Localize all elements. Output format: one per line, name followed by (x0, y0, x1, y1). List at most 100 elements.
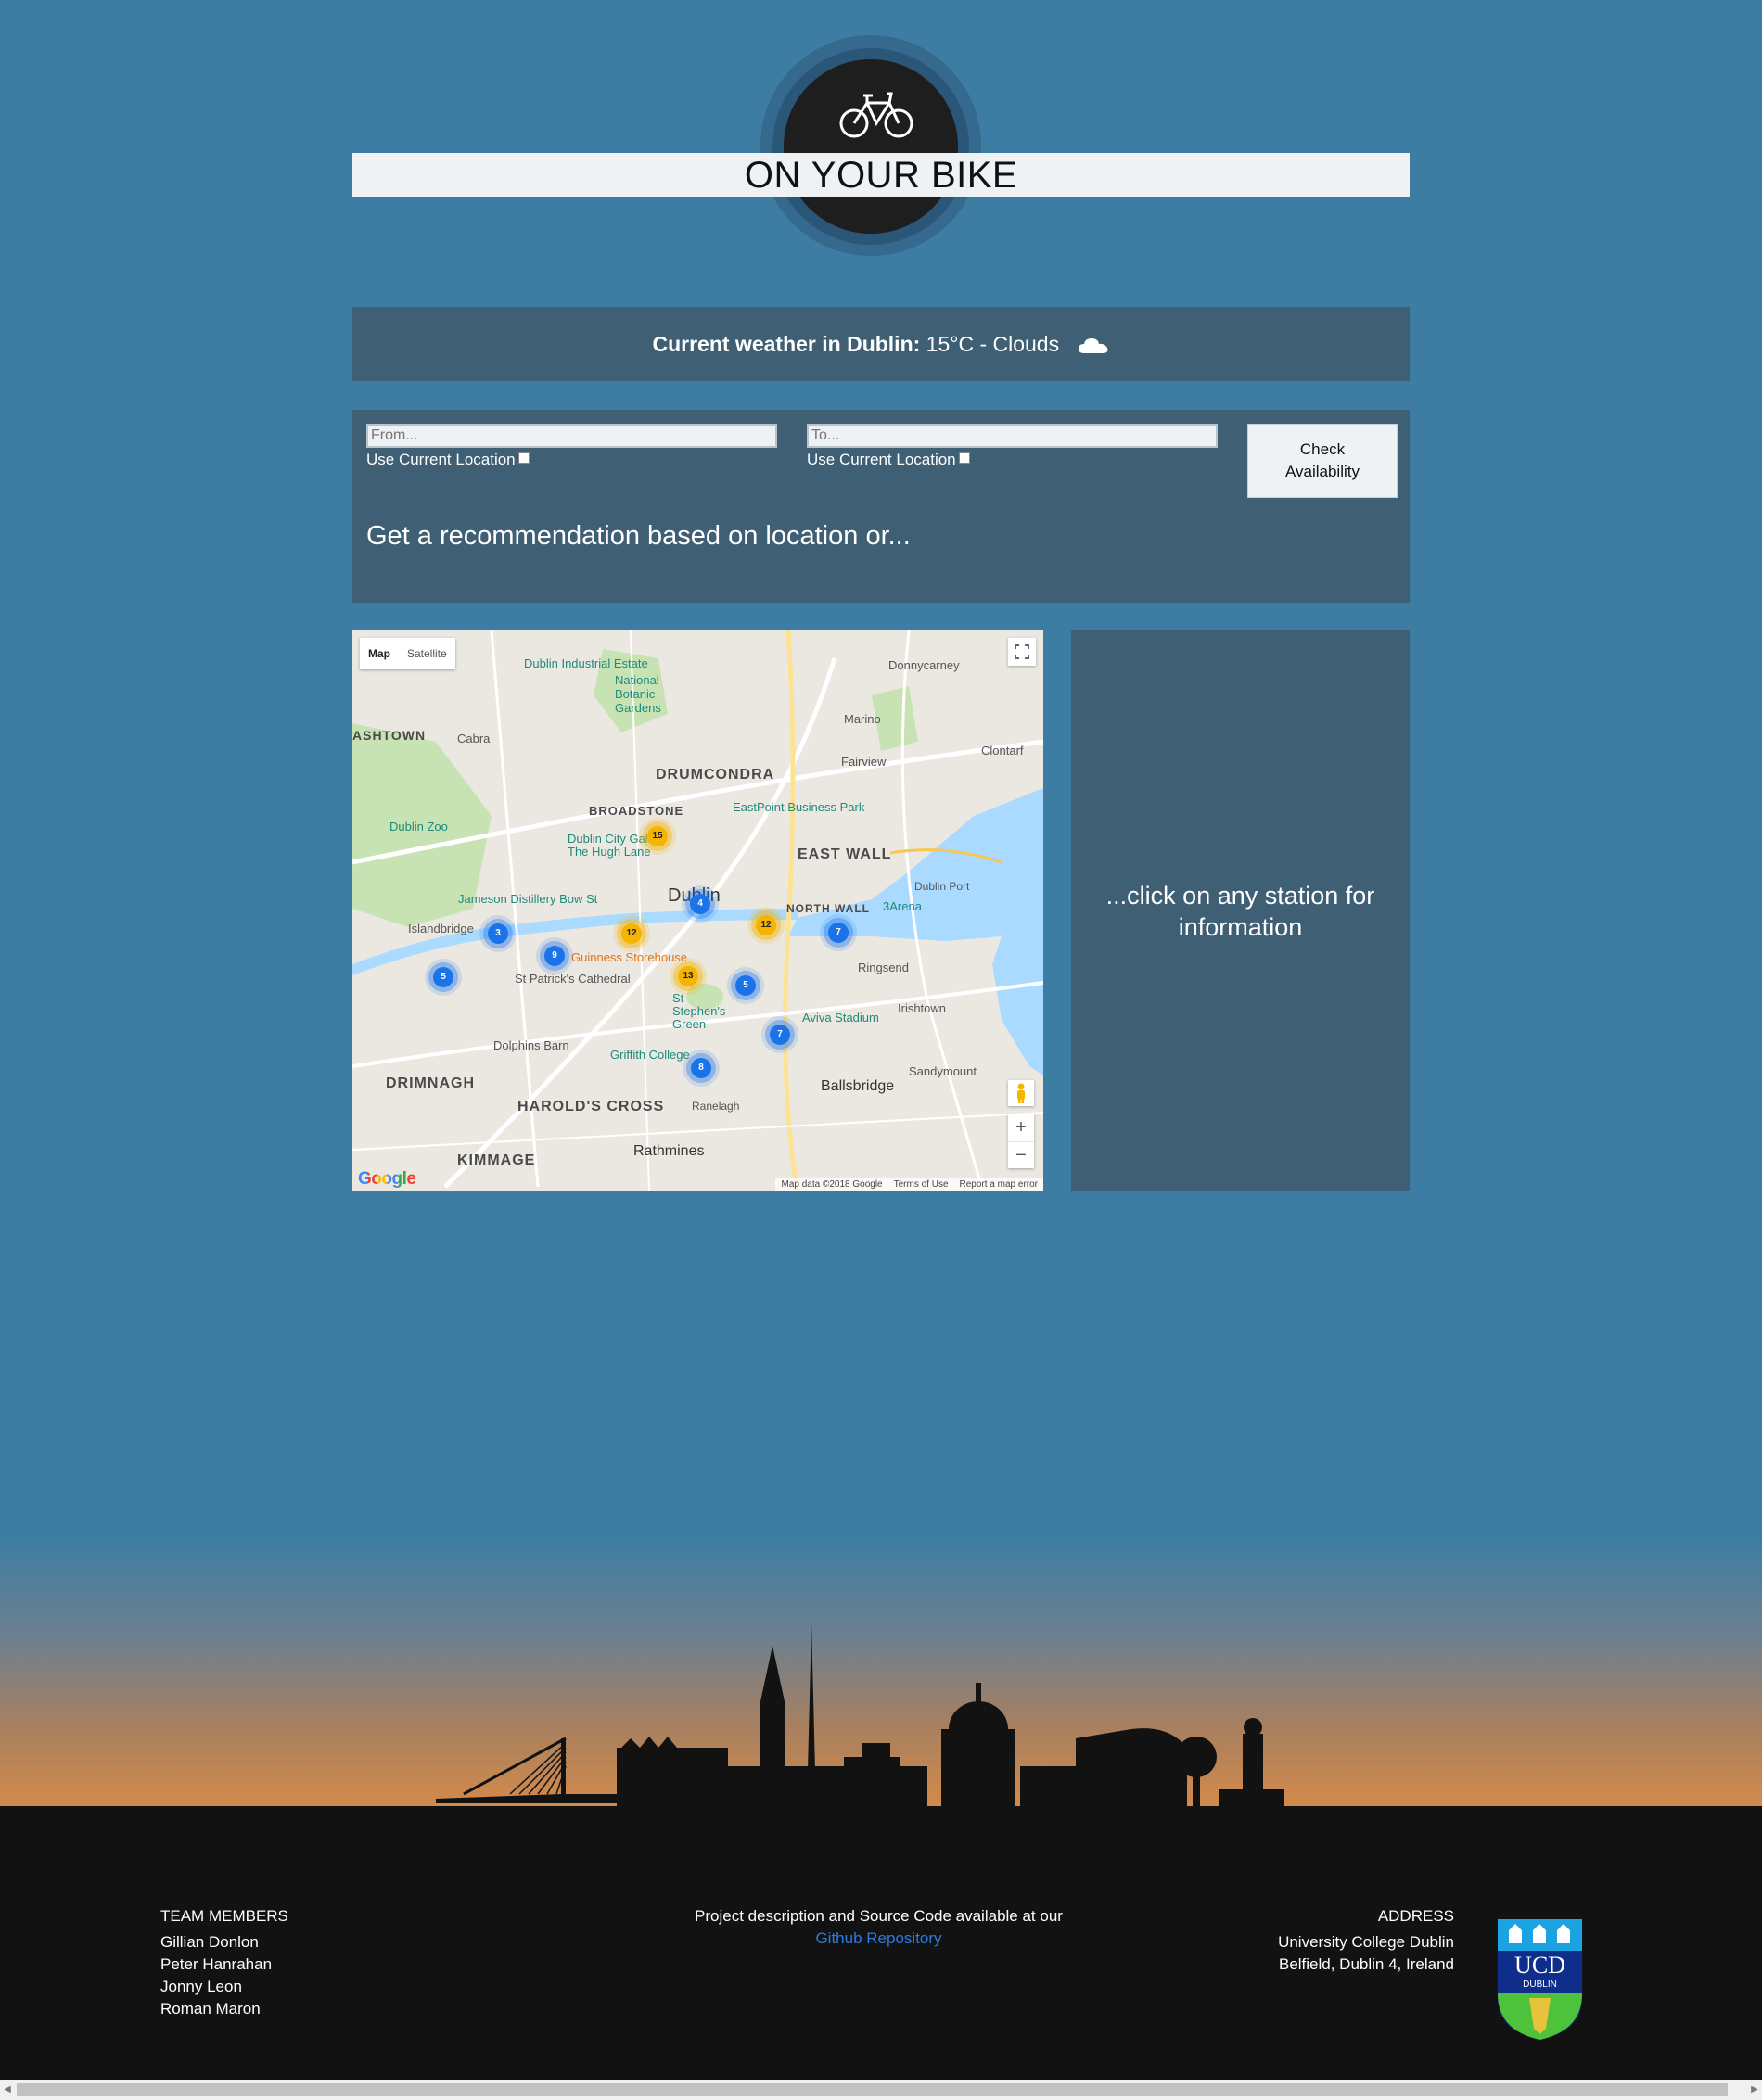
station-map[interactable]: DRUMCONDRA BROADSTONE EAST WALL NORTH WA… (352, 630, 1043, 1191)
map-label-ballsbridge: Ballsbridge (821, 1078, 895, 1094)
map-label-north-wall: NORTH WALL (786, 902, 870, 915)
station-cluster[interactable]: 15 (647, 826, 668, 846)
station-cluster[interactable]: 5 (433, 967, 453, 987)
map-label-aviva: Aviva Stadium (802, 1011, 879, 1025)
station-cluster[interactable]: 4 (690, 894, 710, 914)
map-label-kimmage: KIMMAGE (457, 1152, 536, 1168)
ucd-logo-text: UCD (1514, 1952, 1565, 1979)
map-type-tabs: Map Satellite (360, 638, 455, 669)
fullscreen-button[interactable] (1008, 638, 1036, 666)
map-label-east-wall: EAST WALL (798, 846, 892, 862)
map-label-guinness: Guinness Storehouse (571, 950, 688, 964)
map-label-ringsend: Ringsend (858, 961, 909, 974)
check-availability-label: Check Availability (1284, 440, 1360, 480)
weather-panel: Current weather in Dublin: 15°C - Clouds (352, 307, 1410, 381)
map-label-islandbridge: Islandbridge (408, 922, 474, 935)
scroll-left-icon[interactable]: ◀ (0, 2080, 15, 2100)
map-label-cabra: Cabra (457, 732, 491, 745)
route-form-panel: Use Current Location Use Current Locatio… (352, 410, 1410, 603)
ucd-logo-subtext: DUBLIN (1523, 1979, 1557, 1990)
map-label-fairview: Fairview (841, 755, 887, 769)
map-label-jameson: Jameson Distillery Bow St (458, 892, 598, 906)
station-info-panel: ...click on any station for information (1071, 630, 1410, 1191)
station-cluster[interactable]: 12 (756, 915, 776, 935)
map-label-3arena: 3Arena (883, 899, 922, 913)
tab-map[interactable]: Map (360, 638, 399, 669)
map-label-dublin-port: Dublin Port (914, 880, 970, 893)
weather-label: Current weather in Dublin: (652, 332, 921, 356)
github-repo-link[interactable]: Github Repository (815, 1929, 941, 1947)
team-member: Jonny Leon (160, 1978, 242, 1995)
team-member: Peter Hanrahan (160, 1955, 273, 1973)
to-use-location[interactable]: Use Current Location (807, 451, 970, 469)
scrollbar-thumb[interactable] (17, 2083, 1728, 2096)
scroll-right-icon[interactable]: ▶ (1747, 2080, 1762, 2100)
tab-satellite[interactable]: Satellite (399, 638, 455, 669)
map-label-st-patricks: St Patrick's Cathedral (515, 972, 631, 986)
zoom-in-button[interactable]: + (1008, 1114, 1034, 1142)
map-label-irishtown: Irishtown (898, 1001, 947, 1015)
fullscreen-icon (1015, 644, 1029, 659)
station-cluster[interactable]: 5 (735, 975, 756, 996)
map-label-harolds-cross: HAROLD'S CROSS (517, 1099, 665, 1114)
map-label-drimnagh: DRIMNAGH (386, 1075, 475, 1091)
title-bar: ON YOUR BIKE (352, 153, 1410, 197)
map-label-industrial-estate: Dublin Industrial Estate (524, 656, 648, 670)
logo-badge (784, 59, 958, 234)
map-label-rathmines: Rathmines (633, 1143, 705, 1159)
map-label-marino: Marino (844, 712, 881, 726)
station-cluster[interactable]: 12 (621, 923, 642, 944)
map-label-clontarf: Clontarf (981, 744, 1024, 757)
zoom-out-button[interactable]: − (1008, 1142, 1034, 1169)
address: ADDRESS University College Dublin Belfie… (1278, 1905, 1454, 1976)
team-member: Roman Maron (160, 2000, 261, 2017)
terms-of-use-link[interactable]: Terms of Use (894, 1178, 949, 1191)
station-cluster[interactable]: 7 (828, 923, 849, 943)
map-label-eastpoint: EastPoint Business Park (733, 800, 865, 814)
station-cluster[interactable]: 8 (691, 1058, 711, 1078)
map-attribution: Map data ©2018 Google Terms of Use Repor… (775, 1178, 1043, 1191)
map-label-st-stephens: St Stephen's Green (672, 991, 726, 1031)
station-cluster[interactable]: 13 (678, 966, 698, 986)
project-info: Project description and Source Code avai… (612, 1905, 1145, 1950)
map-label-sandymount: Sandymount (909, 1064, 977, 1078)
check-availability-button[interactable]: Check Availability (1247, 424, 1398, 498)
horizontal-scrollbar[interactable]: ◀ ▶ (0, 2080, 1762, 2100)
map-data-credit: Map data ©2018 Google (781, 1179, 883, 1190)
street-view-button[interactable] (1008, 1080, 1034, 1106)
from-use-location-label: Use Current Location (366, 451, 516, 468)
station-cluster[interactable]: 7 (770, 1025, 790, 1045)
google-logo-text: Google (358, 1169, 416, 1189)
map-label-ranelagh: Ranelagh (692, 1100, 740, 1113)
map-label-griffith: Griffith College (610, 1048, 690, 1062)
page-title: ON YOUR BIKE (744, 155, 1018, 196)
from-input[interactable] (366, 424, 777, 448)
dublin-skyline-silhouette (436, 1623, 1284, 1808)
map-label-broadstone: BROADSTONE (589, 804, 684, 818)
map-label-drumcondra: DRUMCONDRA (656, 767, 775, 783)
map-label-ashtown: ASHTOWN (352, 728, 427, 743)
map-label-donnycarney: Donnycarney (888, 658, 960, 672)
zoom-control: + − (1008, 1114, 1034, 1168)
team-member: Gillian Donlon (160, 1933, 259, 1951)
from-use-location-checkbox[interactable] (517, 452, 530, 464)
report-map-error-link[interactable]: Report a map error (960, 1178, 1038, 1191)
team-members: TEAM MEMBERS Gillian Donlon Peter Hanrah… (160, 1905, 288, 2020)
recommendation-text: Get a recommendation based on location o… (366, 521, 911, 551)
ucd-logo: UCD DUBLIN (1498, 1919, 1582, 2040)
to-use-location-label: Use Current Location (807, 451, 956, 468)
address-line-1: University College Dublin (1278, 1933, 1454, 1951)
map-label-dolphins-barn: Dolphins Barn (493, 1038, 569, 1052)
station-cluster[interactable]: 3 (488, 923, 508, 944)
station-cluster[interactable]: 9 (544, 946, 565, 966)
to-input[interactable] (807, 424, 1218, 448)
to-use-location-checkbox[interactable] (958, 452, 970, 464)
pegman-icon (1017, 1083, 1025, 1103)
map-label-dublin-zoo: Dublin Zoo (389, 820, 448, 834)
weather-value: 15°C - Clouds (926, 332, 1060, 356)
google-logo[interactable]: Google (358, 1169, 416, 1190)
station-info-text: ...click on any station for information (1105, 881, 1375, 941)
address-heading: ADDRESS (1377, 1907, 1454, 1925)
from-use-location[interactable]: Use Current Location (366, 451, 530, 469)
address-line-2: Belfield, Dublin 4, Ireland (1278, 1955, 1454, 1973)
